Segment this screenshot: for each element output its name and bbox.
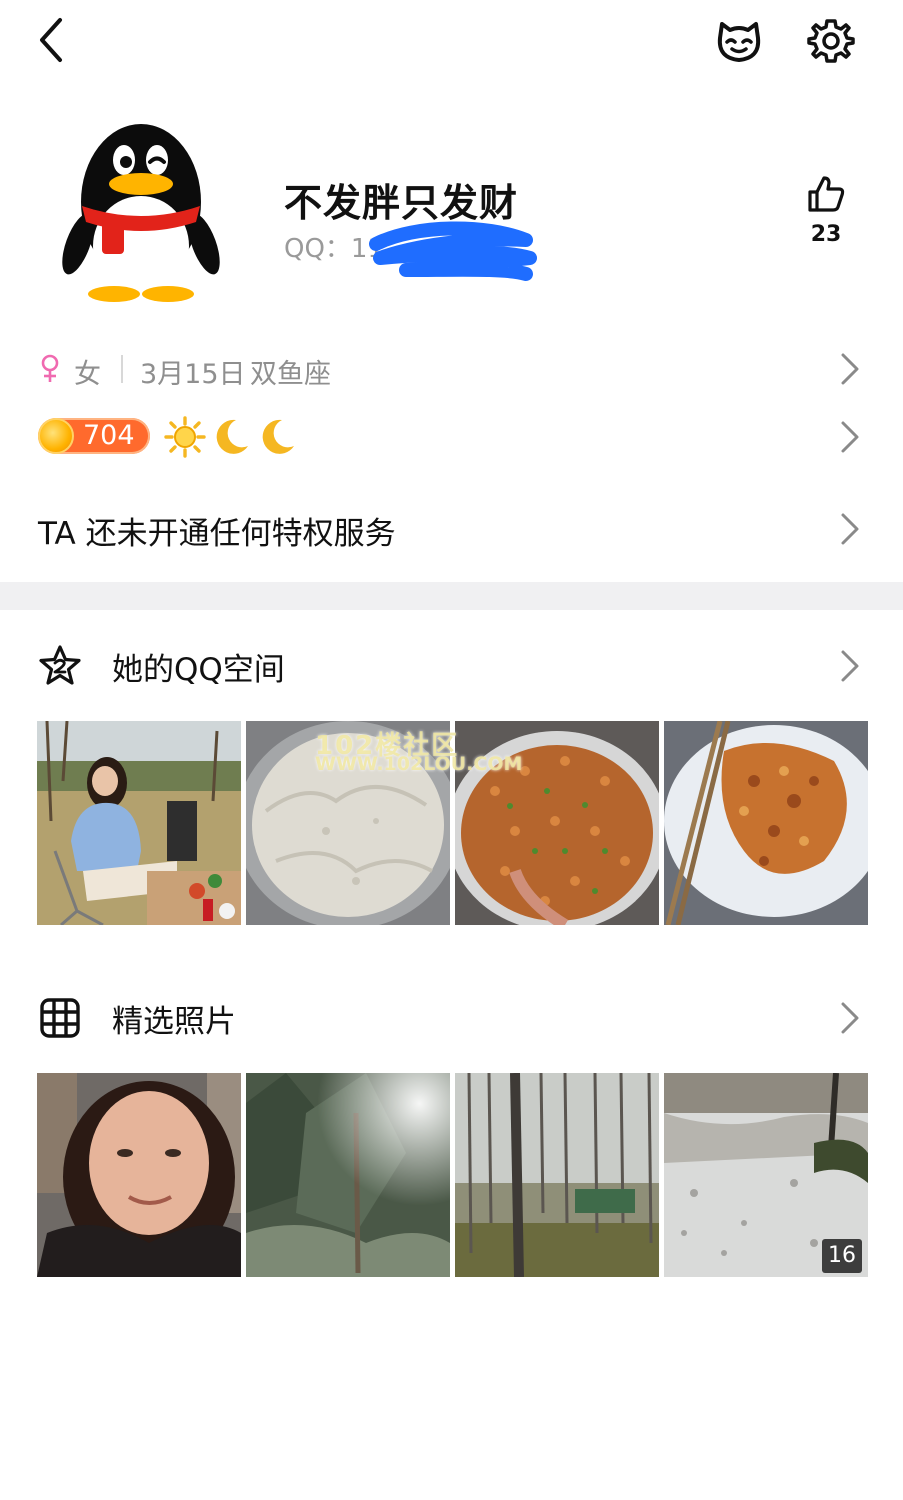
qq-penguin-avatar [62,124,220,302]
qzone-title: 她的QQ空间 [112,652,285,688]
level-row[interactable]: 704 [0,408,903,466]
chevron-right-icon [841,353,859,385]
photo-thumbnail[interactable] [455,721,659,925]
featured-photo-grid: 16 [37,1073,868,1277]
like-button[interactable]: 23 [798,174,854,264]
sun-icon [164,416,206,458]
chevron-right-icon [841,1002,859,1034]
birthday: 3月15日 [140,359,246,390]
woman-picnic-photo [37,721,241,925]
moon-icon [262,419,294,454]
chevron-right-icon [841,513,859,545]
stir-fry-photo [455,721,659,925]
gear-icon [807,19,855,63]
pet-face-icon [717,22,761,62]
pine-tree-photo [246,1073,450,1277]
chevron-left-icon [40,18,62,62]
fried-chicken-photo [664,721,868,925]
avatar[interactable] [62,122,220,302]
watermark-url: WWW.102LOU.COM [315,753,523,775]
photo-thumbnail[interactable] [455,1073,659,1277]
privilege-text: TA 还未开通任何特权服务 [38,516,396,552]
zodiac: 双鱼座 [250,359,331,390]
featured-photos-row[interactable]: 精选照片 [0,988,903,1048]
grid-icon [40,998,80,1038]
photo-thumbnail[interactable] [246,1073,450,1277]
profile-header: 不发胖只发财 QQ：11 23 [0,110,903,310]
qzone-photo-grid: 102楼社区 WWW.102LOU.COM [37,721,868,925]
chevron-right-icon [841,650,859,682]
selfie-photo [37,1073,241,1277]
qzone-row[interactable]: 她的QQ空间 [0,636,903,696]
photo-thumbnail[interactable] [664,721,868,925]
back-button[interactable] [30,14,78,66]
redaction-scribble [369,221,537,281]
thumbs-up-icon [808,176,845,212]
privilege-row[interactable]: TA 还未开通任何特权服务 [0,500,903,560]
featured-photos-title: 精选照片 [112,1004,236,1040]
chevron-right-icon [841,421,859,453]
level-number: 704 [83,420,135,451]
coin-icon [38,418,74,454]
basic-info-row[interactable]: 女 3月15日 双鱼座 [0,340,903,400]
like-count: 23 [810,222,842,247]
pet-face-button[interactable] [712,14,766,68]
top-bar [0,0,903,84]
section-divider [0,582,903,610]
photo-thumbnail[interactable] [37,721,241,925]
divider [121,355,123,383]
photo-thumbnail[interactable] [37,1073,241,1277]
poplar-grove-photo [455,1073,659,1277]
settings-button[interactable] [806,16,856,66]
level-badge: 704 [38,418,150,454]
photo-thumbnail[interactable]: 16 [664,1073,868,1277]
female-symbol-icon [41,354,59,382]
moon-icon [216,419,248,454]
gender-label: 女 [74,359,101,390]
photo-count-badge: 16 [822,1239,862,1273]
star-2-icon [39,645,81,685]
